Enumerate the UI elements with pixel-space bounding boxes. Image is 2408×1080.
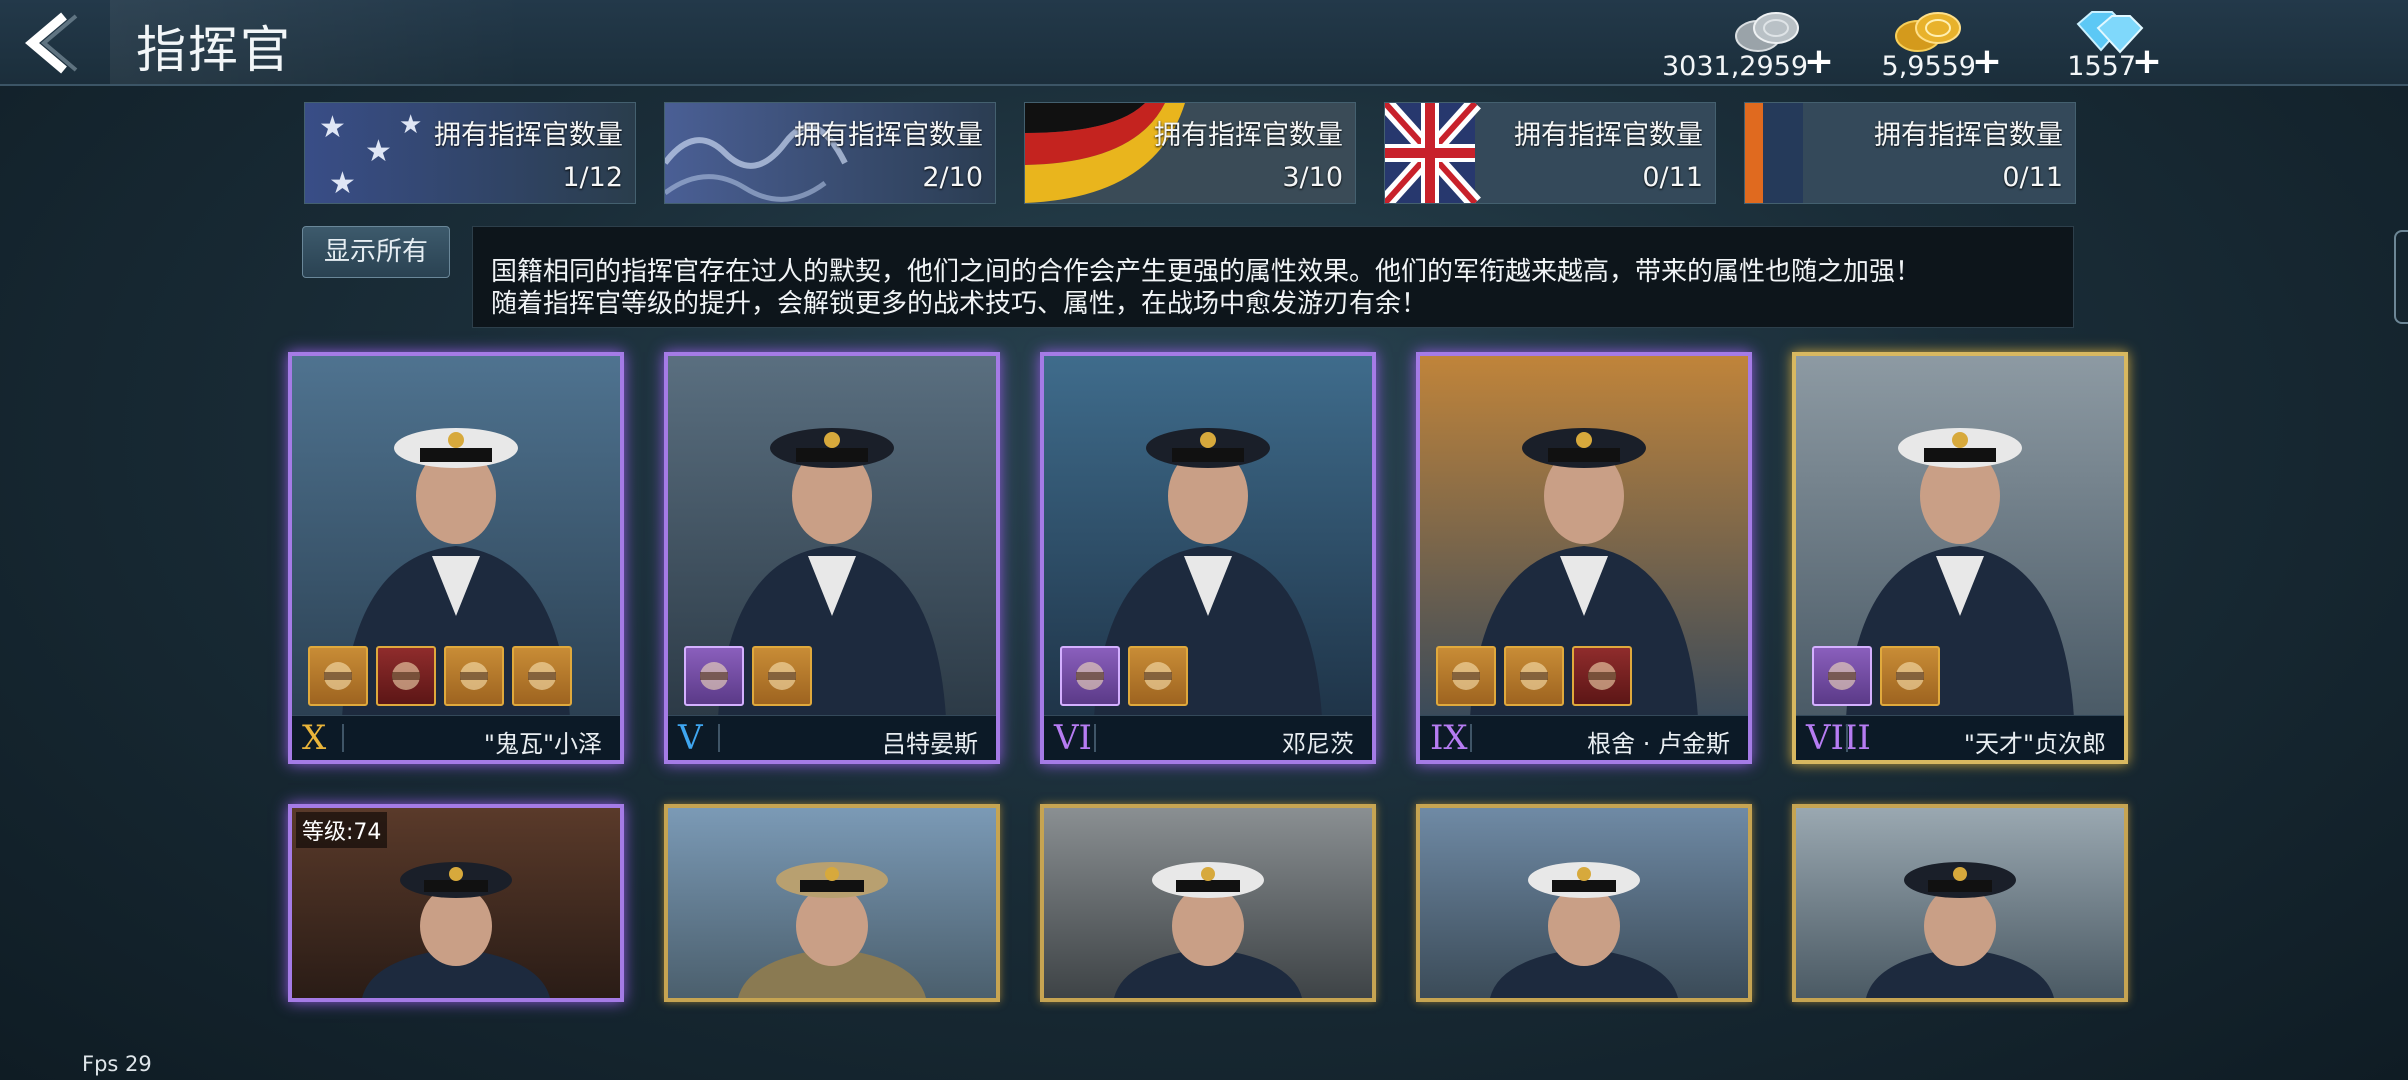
- commander-card[interactable]: [664, 804, 1000, 1002]
- gold-amount: 5,9559: [1881, 51, 1976, 82]
- back-button[interactable]: [18, 12, 88, 74]
- commander-card[interactable]: VI 邓尼茨: [1040, 352, 1376, 764]
- silver-amount: 3031,2959: [1661, 51, 1808, 82]
- commander-card[interactable]: X "鬼瓦"小泽: [288, 352, 624, 764]
- commander-rank: VIII: [1806, 718, 1871, 758]
- commander-card[interactable]: VIII "天才"贞次郎: [1792, 352, 2128, 764]
- commander-card[interactable]: [1416, 804, 1752, 1002]
- nation-count: 2/10: [922, 162, 983, 193]
- medal-icon[interactable]: [308, 646, 368, 706]
- order-medal-icon[interactable]: [1436, 646, 1496, 706]
- nation-count: 3/10: [1282, 162, 1343, 193]
- commander-rank: IX: [1430, 718, 1468, 758]
- divider: [1094, 724, 1096, 752]
- svg-text:★: ★: [319, 110, 346, 145]
- commander-portrait: [1796, 808, 2124, 998]
- svg-text:★: ★: [329, 166, 356, 201]
- info-box: 国籍相同的指挥官存在过人的默契，他们之间的合作会产生更强的属性效果。他们的军衔越…: [472, 226, 2074, 328]
- show-all-button[interactable]: 显示所有: [302, 226, 450, 278]
- gold-add-icon[interactable]: +: [1972, 44, 2002, 80]
- nation-label: 拥有指挥官数量: [1514, 120, 1703, 151]
- commander-namebar: V 吕特晏斯: [668, 715, 996, 760]
- cross-medal-icon[interactable]: [1060, 646, 1120, 706]
- commander-card[interactable]: [1040, 804, 1376, 1002]
- nation-label: 拥有指挥官数量: [1154, 120, 1343, 151]
- jacket-icon[interactable]: [444, 646, 504, 706]
- diamond-add-icon[interactable]: +: [2132, 44, 2162, 80]
- commander-namebar: VI 邓尼茨: [1044, 715, 1372, 760]
- armor-icon[interactable]: [1572, 646, 1632, 706]
- commander-card[interactable]: 等级:74: [288, 804, 624, 1002]
- silver-currency[interactable]: 3031,2959 +: [1650, 6, 1842, 82]
- commander-name: "天才"贞次郎: [1963, 730, 2106, 758]
- commander-rank: V: [678, 718, 703, 758]
- nation-card-germany[interactable]: 拥有指挥官数量 3/10: [1024, 102, 1356, 204]
- nation-count: 0/11: [1642, 162, 1703, 193]
- divider: [718, 724, 720, 752]
- commander-card[interactable]: V 吕特晏斯: [664, 352, 1000, 764]
- nation-label: 拥有指挥官数量: [434, 120, 623, 151]
- pistol-icon[interactable]: [1504, 646, 1564, 706]
- diamond-currency[interactable]: 1557 +: [2060, 6, 2170, 82]
- commander-rank: VI: [1054, 718, 1092, 758]
- commander-portrait: [668, 808, 996, 998]
- commander-name: 邓尼茨: [1282, 730, 1354, 758]
- nation-label: 拥有指挥官数量: [1874, 120, 2063, 151]
- sword-icon[interactable]: [376, 646, 436, 706]
- fps-counter: Fps 29: [82, 1052, 152, 1076]
- commander-portrait: [1420, 808, 1748, 998]
- commander-level: 等级:74: [296, 812, 388, 848]
- gold-coins-icon: [1895, 12, 1961, 52]
- nation-card-uk[interactable]: 拥有指挥官数量 0/11: [1384, 102, 1716, 204]
- gold-currency[interactable]: 5,9559 +: [1880, 6, 2010, 82]
- pistol-icon[interactable]: [1880, 646, 1940, 706]
- commander-name: 吕特晏斯: [882, 730, 978, 758]
- commander-portrait: [1044, 808, 1372, 998]
- cap-icon[interactable]: [512, 646, 572, 706]
- commander-card[interactable]: IX 根舍 · 卢金斯: [1416, 352, 1752, 764]
- divider: [1470, 724, 1472, 752]
- divider: [342, 724, 344, 752]
- nation-count: 1/12: [562, 162, 623, 193]
- commander-name: 根舍 · 卢金斯: [1587, 730, 1730, 758]
- info-line-2: 随着指挥官等级的提升，会解锁更多的战术技巧、属性，在战场中愈发游刃有余！: [491, 289, 1428, 319]
- svg-text:★: ★: [399, 110, 422, 140]
- silver-add-icon[interactable]: +: [1804, 44, 1834, 80]
- nation-label: 拥有指挥官数量: [794, 120, 983, 151]
- svg-text:★: ★: [365, 134, 392, 169]
- commander-card[interactable]: [1792, 804, 2128, 1002]
- commander-namebar: IX 根舍 · 卢金斯: [1420, 715, 1748, 760]
- commander-namebar: VIII "天才"贞次郎: [1796, 715, 2124, 760]
- page-title: 指挥官: [136, 21, 292, 79]
- nation-card-other[interactable]: 拥有指挥官数量 0/11: [1744, 102, 2076, 204]
- back-arrow-icon: [25, 12, 78, 74]
- commander-namebar: X "鬼瓦"小泽: [292, 715, 620, 760]
- nation-count: 0/11: [2002, 162, 2063, 193]
- badge-icon[interactable]: [684, 646, 744, 706]
- divider: [1846, 724, 1848, 752]
- commander-rank: X: [302, 718, 327, 758]
- commander-name: "鬼瓦"小泽: [483, 730, 602, 758]
- baton-icon[interactable]: [1128, 646, 1188, 706]
- side-tab-handle[interactable]: [2394, 230, 2408, 324]
- nation-card-usa[interactable]: ★ ★ ★ ★ 拥有指挥官数量 1/12: [304, 102, 636, 204]
- pistol-icon[interactable]: [752, 646, 812, 706]
- nation-card-japan[interactable]: 拥有指挥官数量 2/10: [664, 102, 996, 204]
- silver-coins-icon: [1735, 12, 1799, 52]
- wings-badge-icon[interactable]: [1812, 646, 1872, 706]
- diamond-amount: 1557: [2067, 51, 2136, 82]
